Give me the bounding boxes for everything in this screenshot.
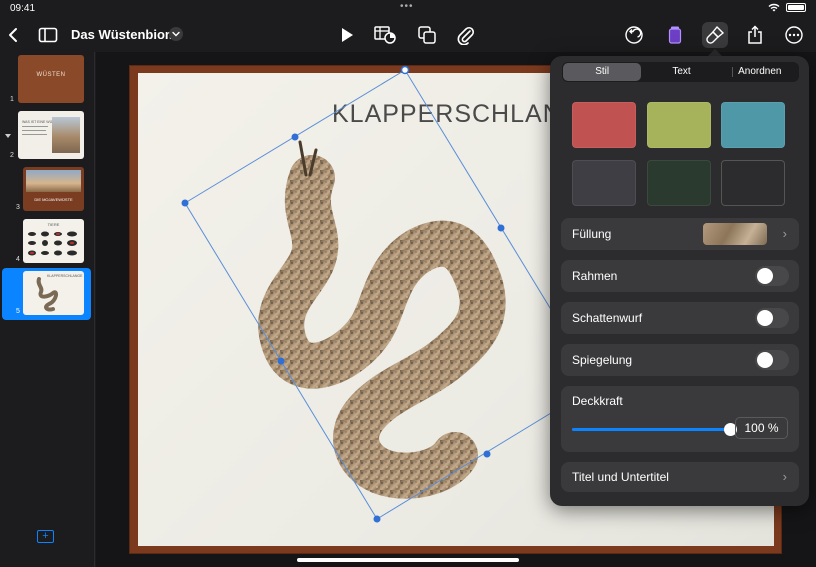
format-tabs: Stil Text Anordnen — [562, 62, 799, 82]
reflection-row: Spiegelung — [561, 344, 799, 376]
resize-handle[interactable] — [483, 450, 491, 458]
resize-handle[interactable] — [277, 357, 285, 365]
style-swatch-green[interactable] — [647, 102, 711, 148]
resize-handle[interactable] — [291, 133, 299, 141]
style-swatch-red[interactable] — [572, 102, 636, 148]
caption-row[interactable]: Titel und Untertitel › — [561, 462, 799, 492]
reflection-toggle[interactable] — [755, 350, 789, 370]
snake-image[interactable] — [258, 155, 506, 499]
style-swatch-teal[interactable] — [721, 102, 785, 148]
reflection-label: Spiegelung — [572, 353, 633, 367]
caption-label: Titel und Untertitel — [572, 470, 669, 484]
fill-preview-image — [703, 223, 767, 245]
home-indicator[interactable] — [297, 558, 519, 562]
chevron-right-icon: › — [782, 469, 787, 484]
resize-handle[interactable] — [181, 199, 189, 207]
fill-row[interactable]: Füllung › — [561, 218, 799, 250]
resize-handle[interactable] — [373, 515, 381, 523]
opacity-slider[interactable] — [572, 423, 737, 436]
shadow-row: Schattenwurf — [561, 302, 799, 334]
opacity-value-field[interactable]: 100 % — [735, 417, 788, 439]
format-popover: Stil Text Anordnen Füllung › Rahmen Scha… — [550, 56, 809, 506]
style-swatch-none[interactable] — [721, 160, 785, 206]
border-toggle[interactable] — [755, 266, 789, 286]
tab-text[interactable]: Text — [642, 62, 720, 82]
opacity-row: Deckkraft 100 % — [561, 386, 799, 452]
rotate-handle[interactable] — [400, 65, 410, 75]
resize-handle[interactable] — [497, 224, 505, 232]
opacity-label: Deckkraft — [572, 394, 623, 408]
border-row: Rahmen — [561, 260, 799, 292]
segment-divider — [732, 67, 733, 77]
tab-style[interactable]: Stil — [563, 63, 642, 81]
fill-label: Füllung — [572, 227, 612, 241]
border-label: Rahmen — [572, 269, 618, 283]
chevron-right-icon: › — [782, 226, 787, 241]
opacity-slider-fill — [572, 428, 730, 431]
style-swatch-charcoal[interactable] — [572, 160, 636, 206]
shadow-toggle[interactable] — [755, 308, 789, 328]
shadow-label: Schattenwurf — [572, 311, 643, 325]
style-swatch-darkgreen[interactable] — [647, 160, 711, 206]
